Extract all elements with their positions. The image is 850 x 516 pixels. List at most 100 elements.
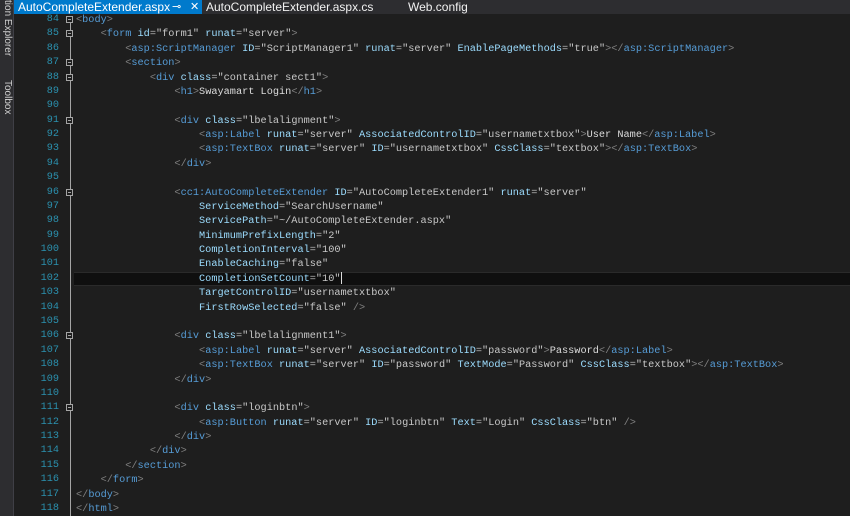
attribute-value: "password" [482,344,544,357]
code-text[interactable]: FirstRowSelected="false" /> [76,301,365,315]
text-content [76,474,101,486]
code-text[interactable]: CompletionSetCount="10" [76,272,342,286]
line-number: 86 [46,42,59,54]
tag-name: asp:Button [205,416,267,429]
attribute-value: "textbox" [549,143,606,156]
attribute-value: "false" [303,301,347,314]
tag-delimiter: > [205,157,212,170]
code-text[interactable]: </div> [76,444,187,458]
pin-icon[interactable]: ⊸ [172,0,181,14]
attribute-name: ID [371,143,384,156]
code-text[interactable]: <asp:Label runat="server" AssociatedCont… [76,128,716,142]
code-line: 91 <div class="lbelalignment"> [0,114,850,128]
code-text[interactable]: </div> [76,373,211,387]
close-icon[interactable]: ✕ [190,0,199,14]
code-line: 98 ServicePath="~/AutoCompleteExtender.a… [0,214,850,228]
code-text[interactable]: <asp:Button runat="server" ID="loginbtn"… [76,416,636,430]
code-line: 97 ServiceMethod="SearchUsername" [0,200,850,214]
tab-web-config[interactable]: Web.config [404,0,494,14]
attribute-value: "usernametxtbox" [482,129,581,142]
tag-delimiter: > [180,459,187,472]
code-text[interactable]: </section> [76,459,187,473]
line-number: 87 [46,57,59,69]
code-text[interactable]: ServicePath="~/AutoCompleteExtender.aspx… [76,214,451,228]
code-text[interactable]: <div class="lbelalignment"> [76,114,341,128]
attribute-value: "server" [537,186,587,199]
code-text[interactable]: <h1>Swayamart Login</h1> [76,85,322,99]
fold-toggle-icon[interactable] [66,73,73,81]
text-caret [340,272,342,285]
code-text[interactable]: <form id="form1" runat="server"> [76,27,298,41]
code-line: 100 CompletionInterval="100" [0,243,850,257]
text-content [76,244,199,256]
attribute-name: runat [266,129,298,142]
attribute-value: "password" [389,359,452,372]
code-text[interactable]: <asp:Label runat="server" AssociatedCont… [76,344,673,358]
code-text[interactable]: <asp:TextBox runat="server" ID="username… [76,142,697,156]
fold-toggle-icon[interactable] [66,188,73,196]
attribute-value: "Password" [512,359,575,372]
fold-toggle-icon[interactable] [66,16,73,23]
code-line: 116 </form> [0,473,850,487]
text-content [76,345,199,357]
code-line: 85 <form id="form1" runat="server"> [0,27,850,41]
code-text[interactable]: <asp:ScriptManager ID="ScriptManager1" r… [76,42,734,56]
code-text[interactable]: </form> [76,473,144,487]
code-text[interactable]: TargetControlID="usernametxtbox" [76,286,396,300]
fold-toggle-icon[interactable] [66,332,73,340]
code-text[interactable]: <div class="lbelalignment1"> [76,329,347,343]
code-text[interactable]: </body> [76,488,119,502]
tag-delimiter: /> [623,416,636,429]
code-text[interactable]: <asp:TextBox runat="server" ID="password… [76,358,784,372]
code-text[interactable]: </div> [76,430,211,444]
attribute-name: ID [365,416,378,429]
line-number: 88 [46,71,59,83]
tab-autocompleteextender-aspx[interactable]: AutoCompleteExtender.aspx ⊸ ✕ [14,0,202,14]
attribute-value: "server" [242,28,292,41]
tag-delimiter: > [180,445,187,458]
text-content [76,86,174,98]
code-text[interactable]: </div> [76,157,211,171]
text-content [76,201,199,213]
code-text[interactable]: </html> [76,502,119,516]
code-text[interactable]: <body> [76,13,113,27]
line-number: 113 [40,431,59,443]
text-content [76,230,199,242]
line-number: 101 [40,258,59,270]
line-number: 96 [46,186,59,198]
line-number: 92 [46,129,59,141]
code-text[interactable]: <div class="loginbtn"> [76,401,309,415]
tag-delimiter: </ [76,502,89,515]
code-line: 105 [0,315,850,329]
code-editor[interactable]: 84 <body> 85 <form id="form1" runat="serve… [0,13,850,516]
attribute-name: class [180,71,212,84]
tag-delimiter: </ [174,431,187,444]
fold-toggle-icon[interactable] [66,59,73,67]
code-text[interactable]: <section> [76,56,180,70]
tag-name: div [186,157,206,170]
line-number: 114 [40,445,59,457]
fold-toggle-icon[interactable] [66,404,73,412]
tab-autocompleteextender-aspx-cs[interactable]: AutoCompleteExtender.aspx.cs [202,0,402,14]
tag-delimiter: > [340,330,347,343]
code-text[interactable]: CompletionInterval="100" [76,243,347,257]
code-text[interactable]: <div class="container sect1"> [76,71,328,85]
tag-delimiter: </ [76,488,89,501]
line-number: 97 [46,200,59,212]
line-number: 100 [40,244,59,256]
text-content [76,57,125,69]
text-content [76,115,174,127]
tag-delimiter: > [334,114,341,127]
code-text[interactable]: <cc1:AutoCompleteExtender ID="AutoComple… [76,186,587,200]
code-line: 95 [0,171,850,185]
fold-toggle-icon[interactable] [66,30,73,38]
code-text[interactable]: MinimumPrefixLength="2" [76,229,340,243]
tag-delimiter: </ [149,445,163,458]
code-line: 113 </div> [0,430,850,444]
code-text[interactable]: EnableCaching="false" [76,257,328,271]
code-line: 115 </section> [0,459,850,473]
code-text[interactable]: ServiceMethod="SearchUsername" [76,200,384,214]
fold-toggle-icon[interactable] [66,116,73,124]
line-number: 93 [46,143,59,155]
text-content [76,143,199,155]
